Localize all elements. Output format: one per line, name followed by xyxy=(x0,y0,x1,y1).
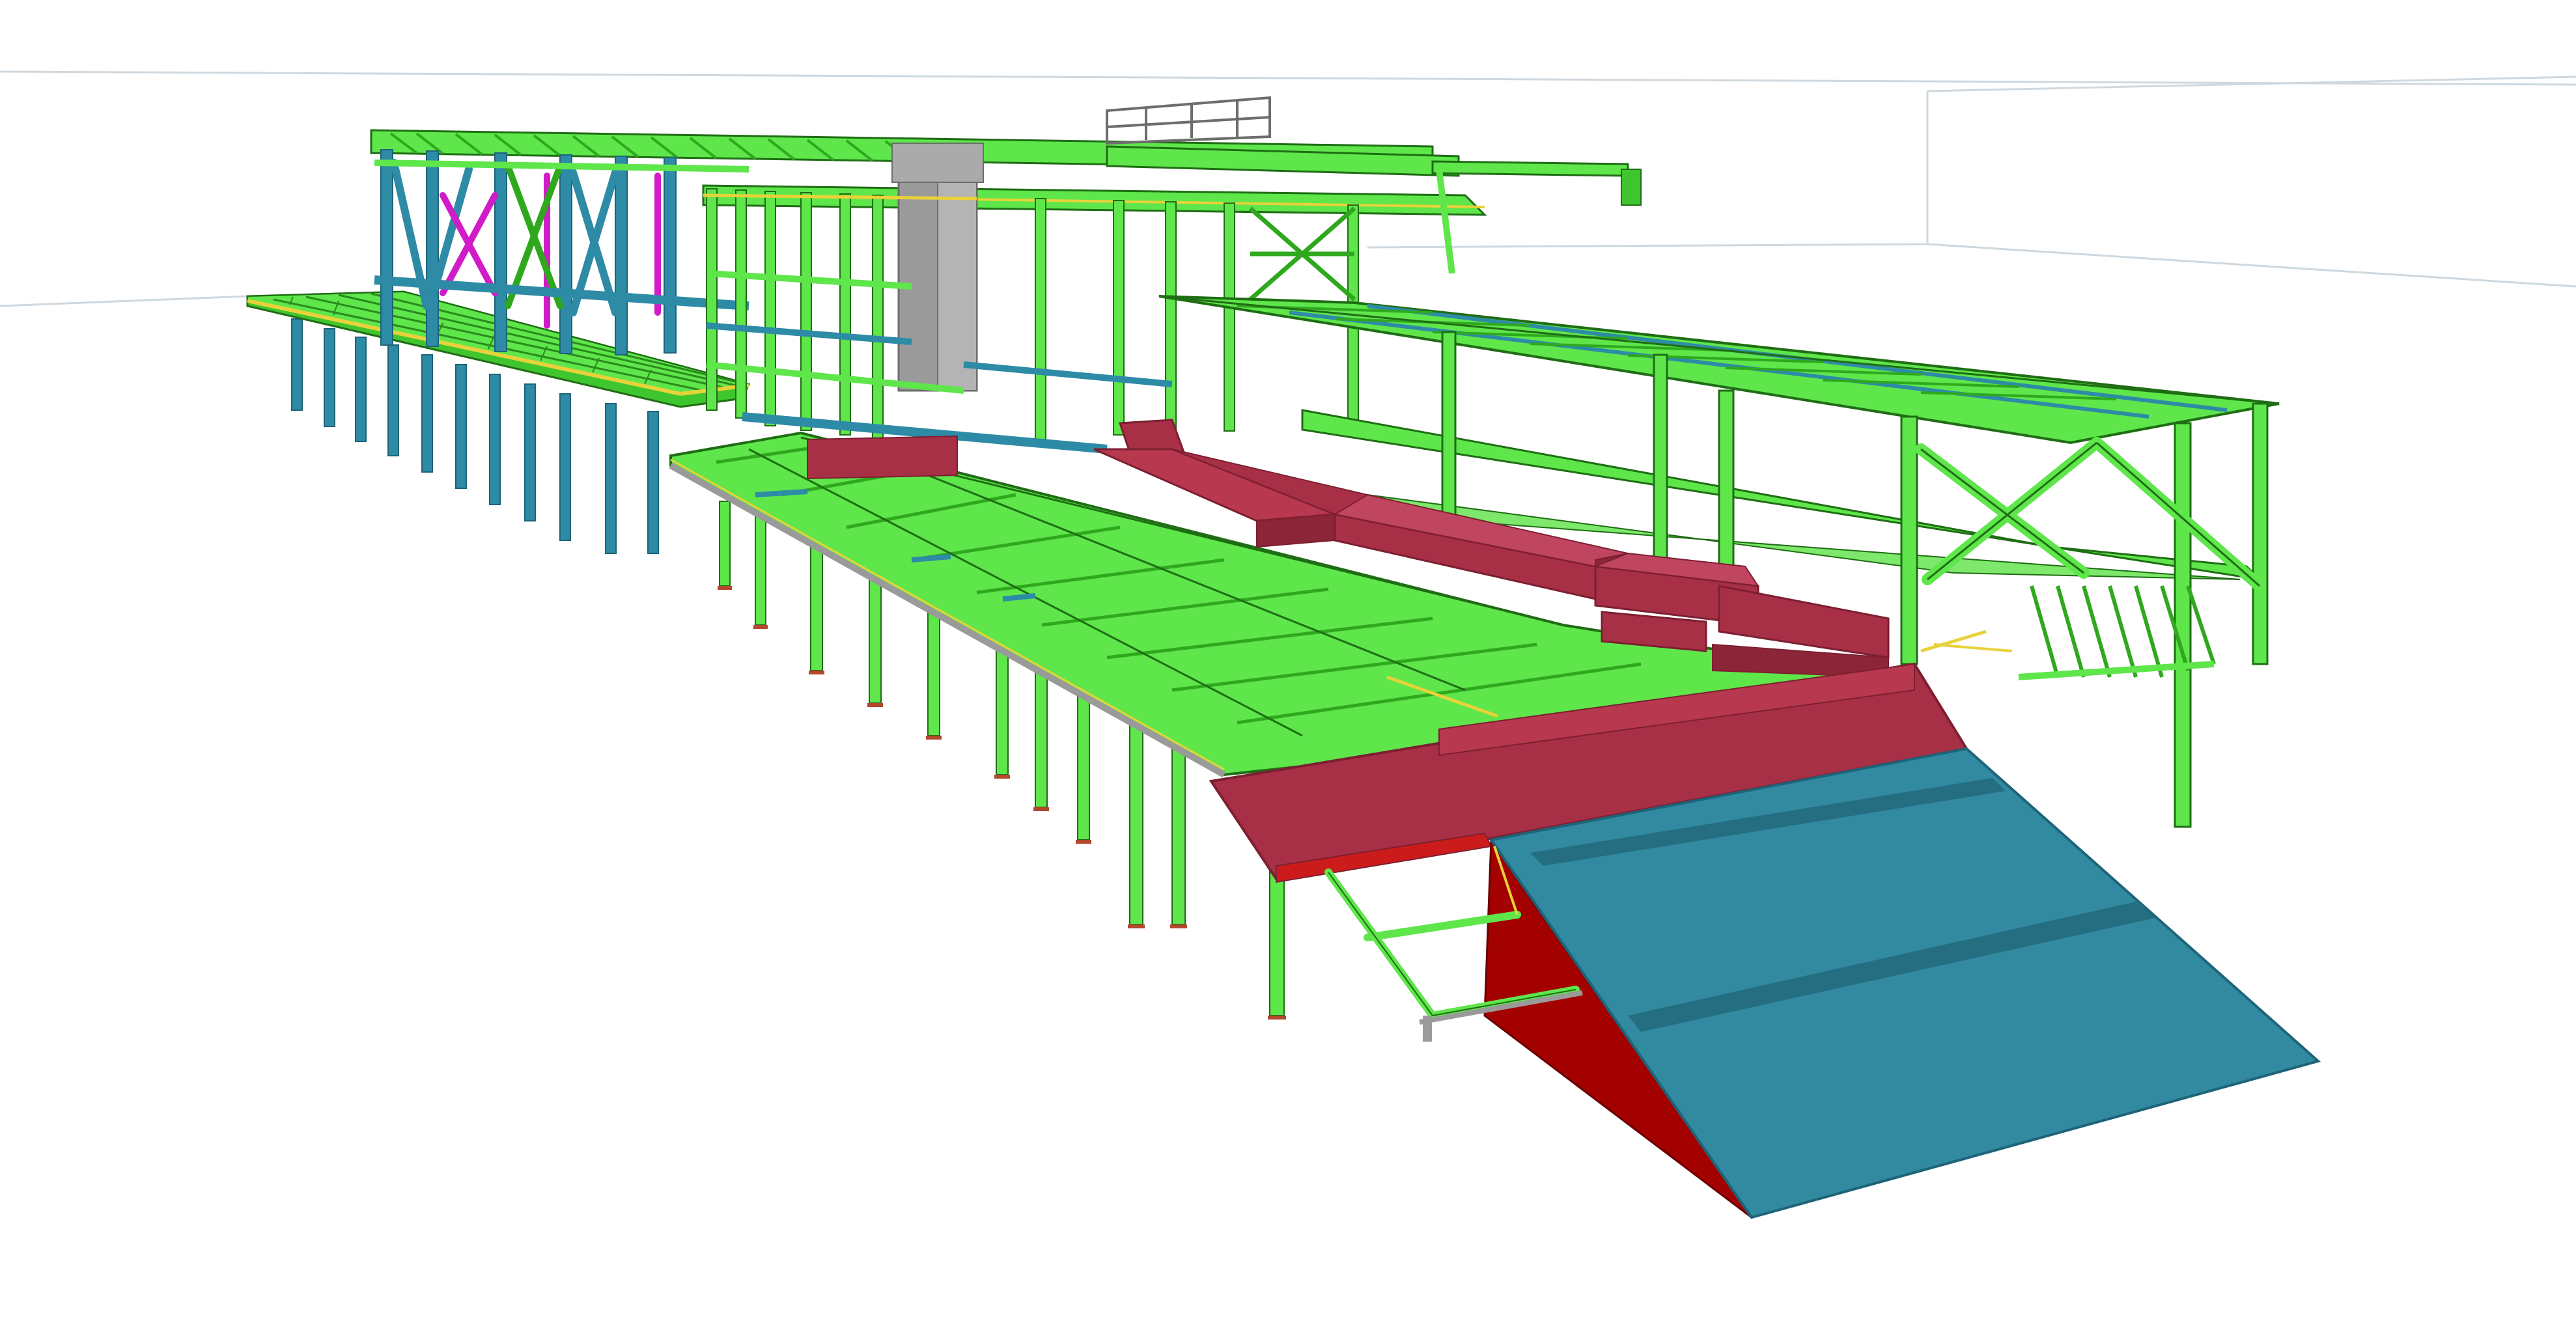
model-viewport[interactable] xyxy=(0,0,2576,1332)
steel-structure-3d-view xyxy=(0,70,2576,1219)
